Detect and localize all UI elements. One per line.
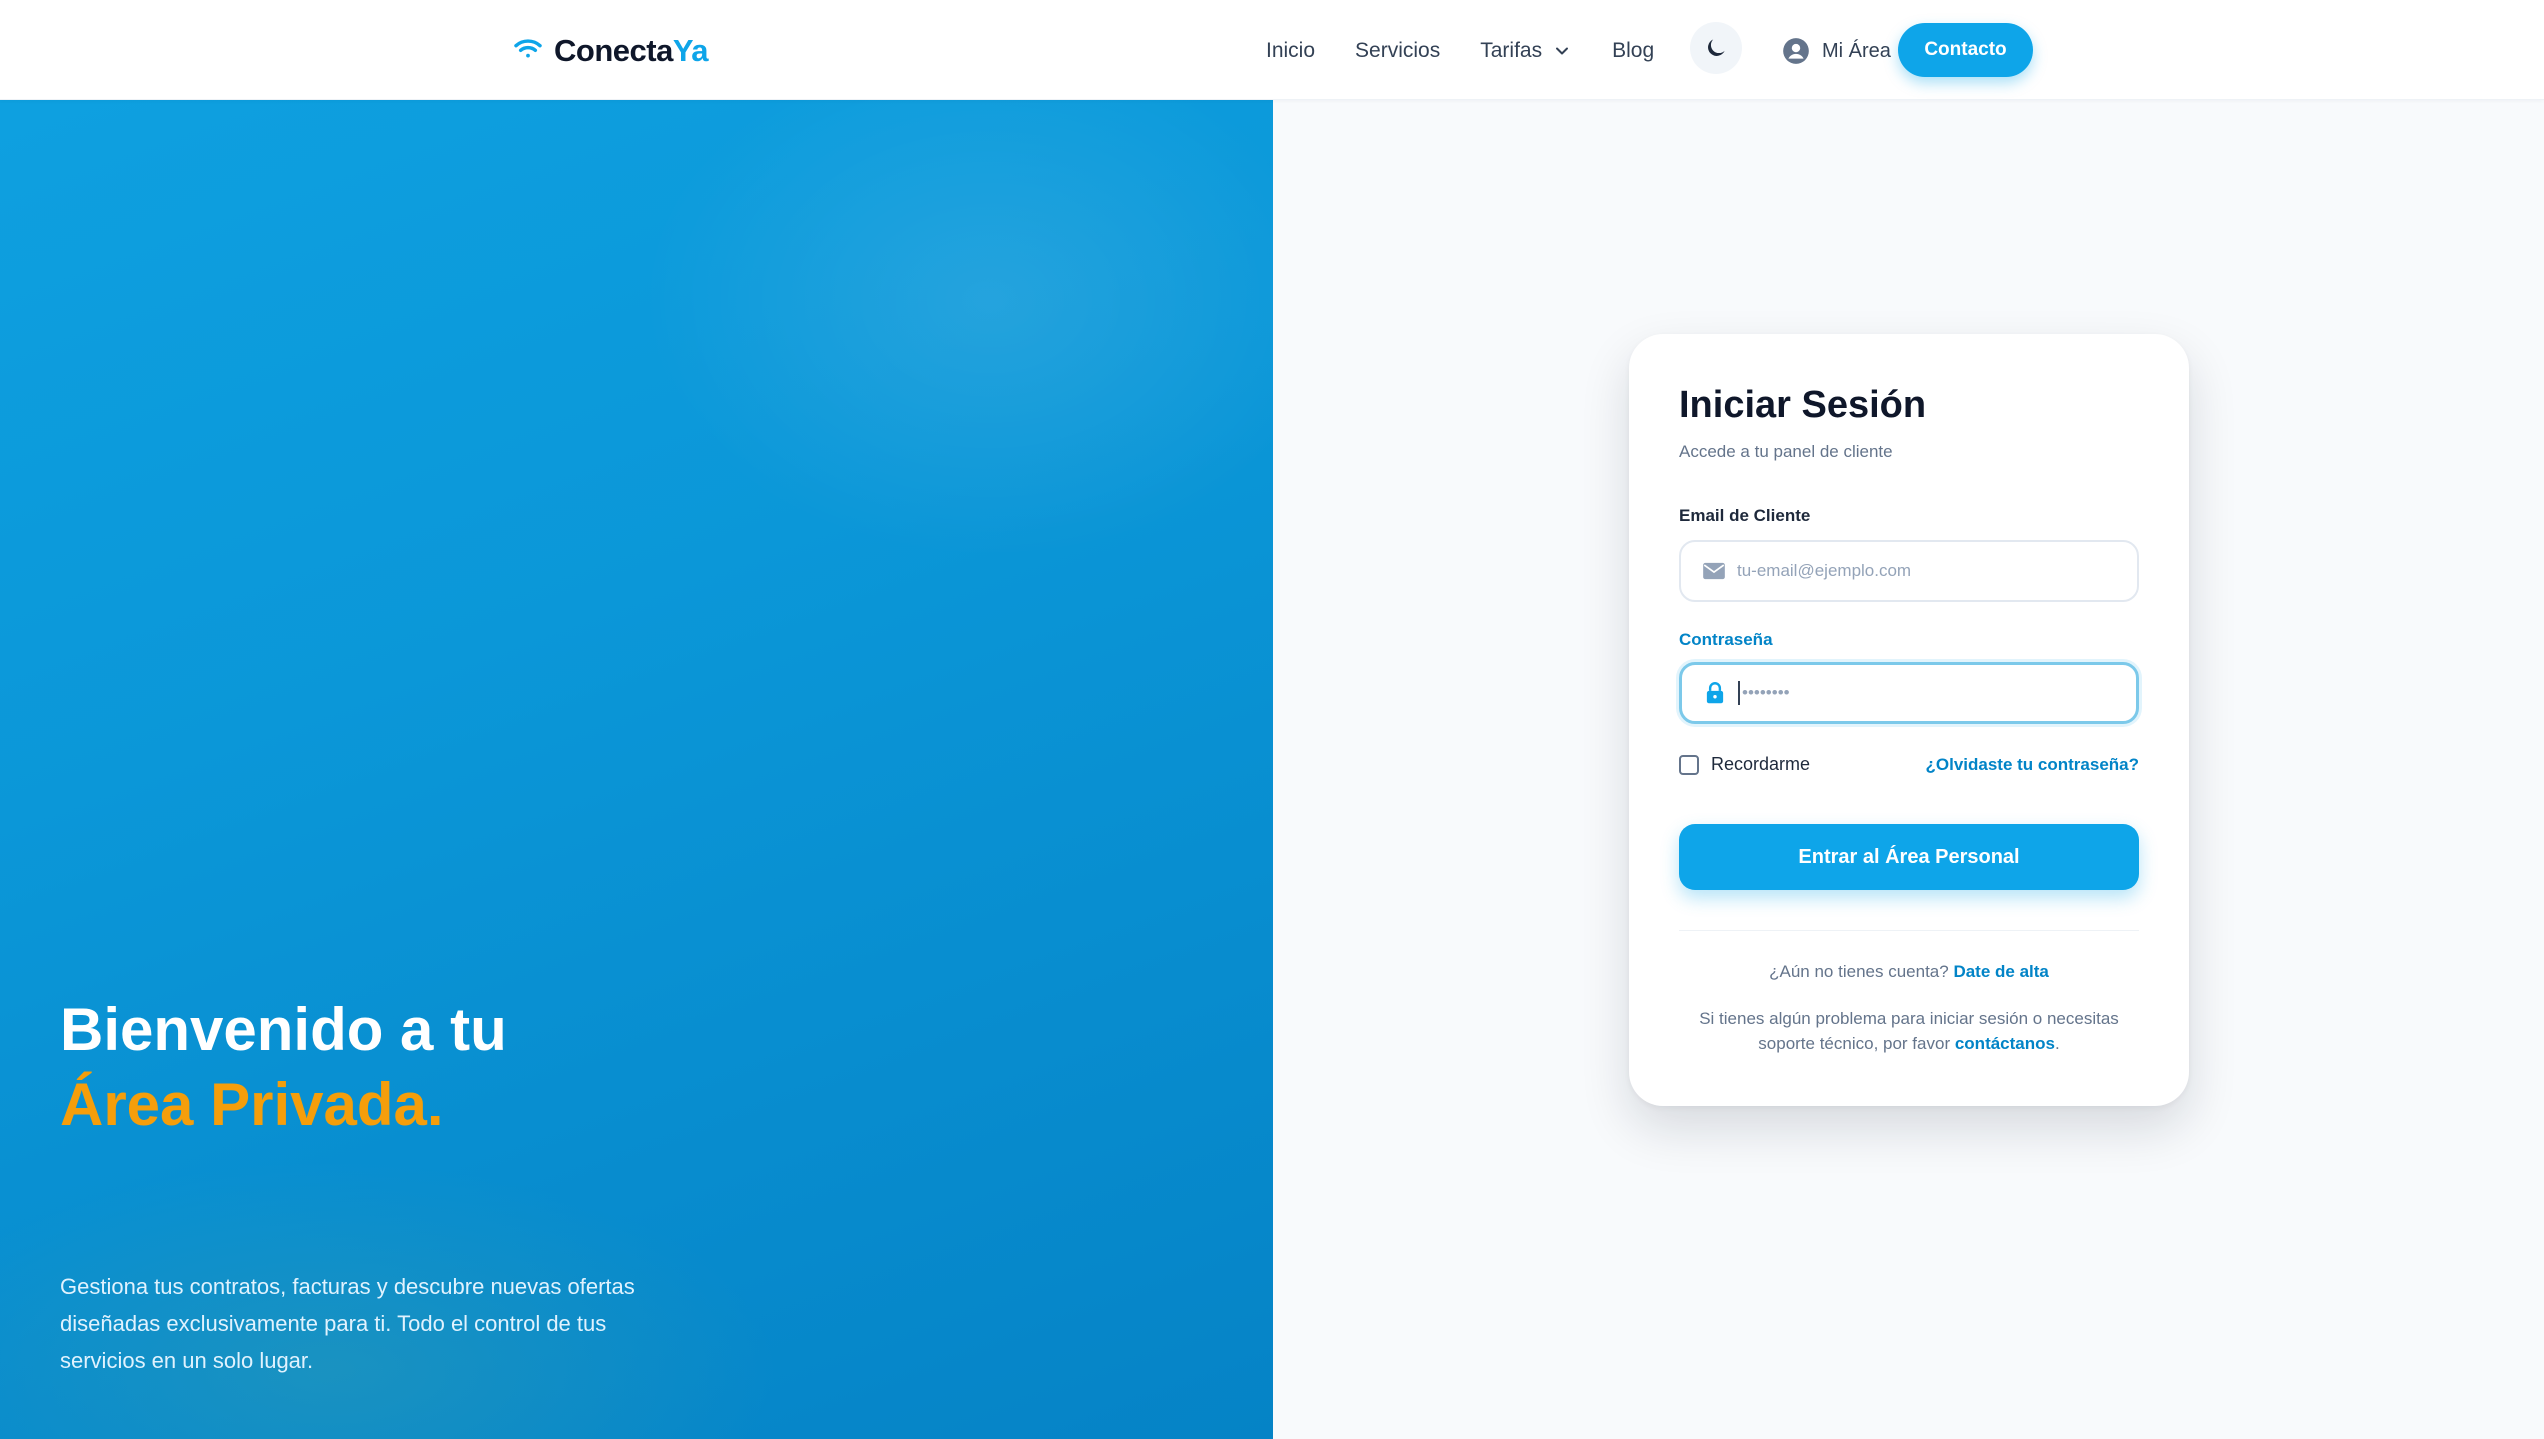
brand-logo[interactable]: ConectaYa xyxy=(512,30,709,72)
hero-title: Bienvenido a tu Área Privada. xyxy=(60,992,960,1142)
divider xyxy=(1679,930,2139,931)
nav-link-inicio[interactable]: Inicio xyxy=(1266,39,1315,63)
login-title: Iniciar Sesión xyxy=(1679,384,1927,426)
remember-label: Recordarme xyxy=(1711,754,1811,774)
envelope-icon xyxy=(1703,562,1725,580)
navbar: ConectaYa Inicio Servicios Tarifas Blog … xyxy=(0,0,2544,100)
main-nav: Inicio Servicios Tarifas Blog xyxy=(1266,30,1694,72)
email-field[interactable] xyxy=(1679,540,2139,602)
hero-title-line2: Área Privada. xyxy=(60,1071,444,1138)
user-circle-icon xyxy=(1783,38,1809,64)
signup-prompt-text: ¿Aún no tienes cuenta? xyxy=(1769,962,1949,981)
password-input[interactable] xyxy=(1742,683,2122,703)
account-label: Mi Área xyxy=(1822,39,1891,62)
forgot-password-link[interactable]: ¿Olvidaste tu contraseña? xyxy=(1926,755,2140,775)
signup-link[interactable]: Date de alta xyxy=(1953,962,2048,981)
login-submit-button[interactable]: Entrar al Área Personal xyxy=(1679,824,2139,890)
password-field[interactable] xyxy=(1679,662,2139,724)
help-text: Si tienes algún problema para iniciar se… xyxy=(1689,1006,2129,1056)
nav-link-blog[interactable]: Blog xyxy=(1612,39,1654,63)
hero-title-line1: Bienvenido a tu xyxy=(60,996,507,1063)
remember-checkbox[interactable] xyxy=(1679,754,1699,775)
contact-us-link[interactable]: contáctanos xyxy=(1955,1034,2055,1053)
nav-link-tarifas-label: Tarifas xyxy=(1480,39,1543,62)
account-link[interactable]: Mi Área xyxy=(1782,30,1891,72)
text-caret xyxy=(1738,681,1740,705)
email-input[interactable] xyxy=(1737,561,2117,581)
lock-icon xyxy=(1706,682,1724,704)
help-text-end: . xyxy=(2054,1034,2060,1053)
brand-name: ConectaYa xyxy=(554,33,709,68)
signup-prompt: ¿Aún no tienes cuenta? Date de alta xyxy=(1629,962,2189,982)
remember-me[interactable]: Recordarme xyxy=(1679,754,1810,775)
login-subtitle: Accede a tu panel de cliente xyxy=(1679,442,1893,461)
nav-link-tarifas[interactable]: Tarifas xyxy=(1480,39,1572,63)
hero-panel: Bienvenido a tu Área Privada. Gestiona t… xyxy=(0,100,1273,1439)
chevron-down-icon xyxy=(1556,47,1569,55)
hero-description: Gestiona tus contratos, facturas y descu… xyxy=(60,1274,635,1373)
email-label: Email de Cliente xyxy=(1679,506,1811,525)
wifi-icon xyxy=(512,33,544,70)
contact-button[interactable]: Contacto xyxy=(1898,23,2033,77)
nav-link-servicios[interactable]: Servicios xyxy=(1355,39,1440,63)
moon-icon xyxy=(1708,39,1725,56)
theme-toggle-button[interactable] xyxy=(1690,22,1742,74)
login-card: Iniciar Sesión Accede a tu panel de clie… xyxy=(1629,334,2189,1106)
password-label: Contraseña xyxy=(1679,630,1773,649)
